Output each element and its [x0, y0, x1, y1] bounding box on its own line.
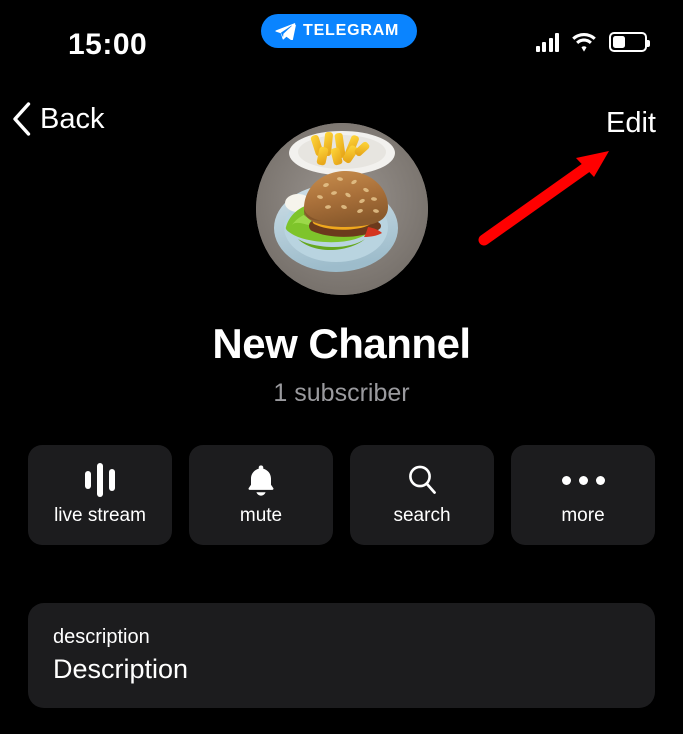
edit-button[interactable]: Edit [606, 106, 656, 140]
back-button-label: Back [40, 103, 105, 135]
bell-icon [245, 463, 277, 497]
battery-cap [647, 40, 650, 47]
paper-plane-icon [275, 22, 296, 40]
description-card[interactable]: description Description [28, 603, 655, 708]
telegram-app-badge: TELEGRAM [261, 14, 418, 48]
search-icon [406, 463, 438, 497]
mute-button[interactable]: mute [189, 445, 333, 545]
status-bar-clock: 15:00 [68, 28, 148, 61]
description-value: Description [53, 654, 189, 684]
more-button[interactable]: more [511, 445, 655, 545]
search-button[interactable]: search [350, 445, 494, 545]
channel-title: New Channel [212, 320, 471, 367]
status-bar-indicators [535, 30, 650, 54]
action-button-row: live stream mute search more [28, 445, 655, 545]
search-button-label: search [393, 505, 451, 526]
avatar-photo [256, 123, 428, 295]
cellular-signal-icon [535, 32, 559, 52]
description-label: description [53, 626, 150, 648]
channel-subscriber-count: 1 subscriber [273, 379, 410, 407]
battery-icon [609, 32, 650, 52]
telegram-channel-profile-screen: 15:00 TELEGRAM Back Edit New Channel 1 s… [0, 0, 683, 734]
back-button[interactable]: Back [12, 102, 104, 136]
more-button-label: more [561, 505, 605, 526]
live-stream-waveform-icon [85, 463, 115, 497]
mute-button-label: mute [239, 505, 283, 526]
wifi-icon [572, 32, 596, 52]
ellipsis-icon [561, 463, 605, 497]
live-stream-button-label: live stream [54, 505, 146, 526]
live-stream-button[interactable]: live stream [28, 445, 172, 545]
channel-avatar[interactable] [256, 123, 428, 295]
battery-fill [613, 36, 625, 48]
status-bar: 15:00 TELEGRAM [0, 0, 683, 78]
chevron-left-icon [13, 102, 31, 136]
telegram-app-badge-label: TELEGRAM [303, 22, 400, 39]
